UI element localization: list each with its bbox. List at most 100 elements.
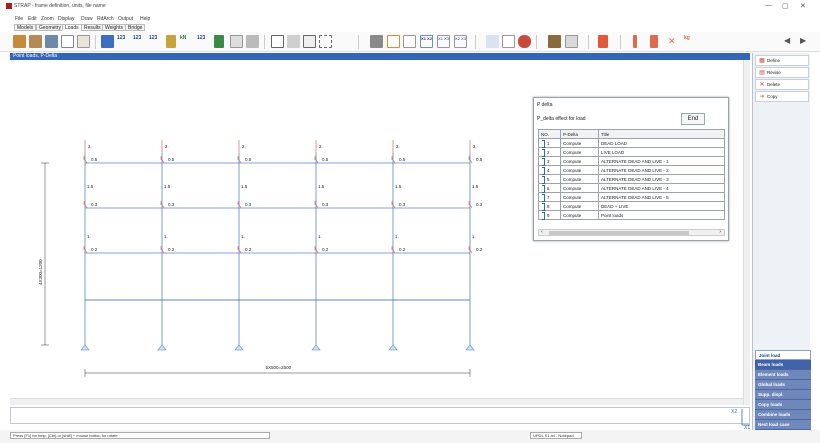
weights-icon[interactable] <box>166 35 176 48</box>
print-icon[interactable] <box>370 35 383 48</box>
tab-models[interactable]: Models <box>14 24 37 31</box>
menu-draw[interactable]: Draw <box>81 16 93 22</box>
table-row[interactable]: 9 Compute Point loads <box>538 210 725 221</box>
column-header-pdelta: P-Delta <box>560 129 599 139</box>
taskbar-item[interactable]: UPDL S1.txt - Notepad <box>530 432 582 439</box>
dialog-title: P delta <box>537 102 553 108</box>
cell-no: 8 <box>538 201 561 212</box>
filter-icon[interactable] <box>565 35 578 48</box>
tab-weights[interactable]: Weights <box>102 24 126 31</box>
distributed-load-icon[interactable] <box>650 35 658 48</box>
open-model-icon[interactable] <box>13 35 26 48</box>
combine-loads-button[interactable]: Combine loads <box>755 410 811 420</box>
prev-arrow-icon[interactable]: ◀ <box>784 35 797 48</box>
box-icon[interactable] <box>303 35 316 48</box>
load-arrow <box>468 202 473 209</box>
tab-results[interactable]: Results <box>81 24 104 31</box>
copy-view-icon[interactable] <box>403 35 416 48</box>
scroll-left-icon[interactable]: ‹ <box>541 230 543 235</box>
load-value-label: 0.5 <box>322 157 329 162</box>
horizontal-scrollbar[interactable] <box>10 398 743 405</box>
menu-output[interactable]: Output <box>118 16 133 22</box>
next-load-case-button[interactable]: Next load case <box>755 420 811 430</box>
minimize-button[interactable]: — <box>765 2 772 9</box>
cell-no: 4 <box>538 165 561 176</box>
load-value-label: 0.3 <box>399 202 406 207</box>
triangle-icon[interactable] <box>271 35 284 48</box>
copy-loads-button[interactable]: Copy loads <box>755 400 811 410</box>
view-x1x2-icon[interactable]: X1 X2 <box>420 35 433 48</box>
member-numbers-icon[interactable]: 123 <box>133 35 141 41</box>
load-value-label: 1. <box>318 234 322 239</box>
beam-loads-button[interactable]: Beam loads <box>755 360 811 370</box>
table-row[interactable]: 8 Compute DEAD + LIVE <box>538 201 725 212</box>
scroll-right-icon[interactable]: › <box>719 230 721 235</box>
record-icon[interactable] <box>518 35 531 48</box>
units-icon[interactable]: kN <box>180 35 186 41</box>
load-arrow <box>314 202 319 209</box>
table-row[interactable]: 5 Compute ALTERNATE DEAD AND LIVE - 3 <box>538 174 725 185</box>
graph-icon[interactable] <box>502 35 515 48</box>
table-row[interactable]: 7 Compute ALTERNATE DEAD AND LIVE - 5 <box>538 192 725 203</box>
supp-displ-button[interactable]: Supp. displ. <box>755 390 811 400</box>
key-icon[interactable] <box>548 35 561 48</box>
vertical-scrollbar[interactable] <box>743 60 750 405</box>
menu-help[interactable]: Help <box>140 16 150 22</box>
tab-geometry[interactable]: Geometry <box>36 24 64 31</box>
maximize-button[interactable]: ▢ <box>782 2 789 10</box>
menu-bar: File Edit Zoom Display Draw RdArch Outpu… <box>0 14 820 23</box>
menu-edit[interactable]: Edit <box>28 16 37 22</box>
select-icon[interactable] <box>319 35 332 48</box>
node-numbers-icon[interactable]: 123 <box>117 35 125 41</box>
view-icon[interactable] <box>45 35 58 48</box>
cell-no: 5 <box>538 174 561 185</box>
tab-loads[interactable]: Loads <box>62 24 82 31</box>
scroll-thumb[interactable] <box>549 231 689 235</box>
table-row[interactable]: 4 Compute ALTERNATE DEAD AND LIVE - 2 <box>538 165 725 176</box>
close-button[interactable]: ✕ <box>800 2 806 10</box>
numbers-icon[interactable]: 123 <box>197 35 205 41</box>
x-icon[interactable]: ✕ <box>668 35 681 48</box>
global-loads-button[interactable]: Global loads <box>755 380 811 390</box>
info-icon[interactable] <box>101 35 114 48</box>
delete-button[interactable]: ✕ Delete <box>755 79 809 90</box>
load-arrow <box>391 202 396 209</box>
column-header-title: Title <box>598 129 725 139</box>
delete-icon: ✕ <box>759 82 765 88</box>
table-row[interactable]: 1 Compute DEAD LOAD <box>538 138 725 149</box>
point-load-icon[interactable] <box>633 35 637 48</box>
joint-load-button[interactable]: Joint load <box>755 350 811 360</box>
define-button[interactable]: ▦ Define <box>755 55 809 66</box>
load-arrow-icon[interactable] <box>598 35 608 48</box>
view-x1x3-icon[interactable]: X1 X3 <box>437 35 450 48</box>
table-row[interactable]: 6 Compute ALTERNATE DEAD AND LIVE - 4 <box>538 183 725 194</box>
refresh-icon[interactable] <box>61 35 74 48</box>
3d-view-icon[interactable] <box>29 35 42 48</box>
view-x2x3-icon[interactable]: X2 X3 <box>454 35 467 48</box>
load-value-label: 1. <box>472 234 476 239</box>
kg-icon[interactable]: kg <box>684 35 690 41</box>
menu-file[interactable]: File <box>15 16 23 22</box>
load-values-icon[interactable]: 123 <box>149 35 157 41</box>
copy-button[interactable]: ➜ Copy <box>755 91 809 102</box>
next-arrow-icon[interactable]: ▶ <box>800 35 813 48</box>
axes-icon[interactable] <box>486 35 499 48</box>
tab-bridge[interactable]: Bridge <box>125 24 146 31</box>
list-icon[interactable] <box>230 35 243 48</box>
support-symbol <box>234 344 244 351</box>
zoom-icon[interactable] <box>77 35 90 48</box>
tool-icon[interactable] <box>246 35 259 48</box>
table-row[interactable]: 2 Compute LIVE LOAD <box>538 147 725 158</box>
dialog-horizontal-scrollbar[interactable]: ‹ › <box>538 229 725 236</box>
table-row[interactable]: 3 Compute ALTERNATE DEAD AND LIVE - 1 <box>538 156 725 167</box>
command-area[interactable] <box>10 407 750 424</box>
solid-icon[interactable] <box>287 35 300 48</box>
menu-zoom[interactable]: Zoom <box>41 16 54 22</box>
end-button[interactable]: End <box>681 113 705 125</box>
menu-rdarch[interactable]: RdArch <box>97 16 114 22</box>
move-icon[interactable] <box>387 35 400 48</box>
revise-button[interactable]: ▤ Revise <box>755 67 809 78</box>
menu-display[interactable]: Display <box>58 16 74 22</box>
element-loads-button[interactable]: Element loads <box>755 370 811 380</box>
section-icon[interactable] <box>214 35 224 48</box>
